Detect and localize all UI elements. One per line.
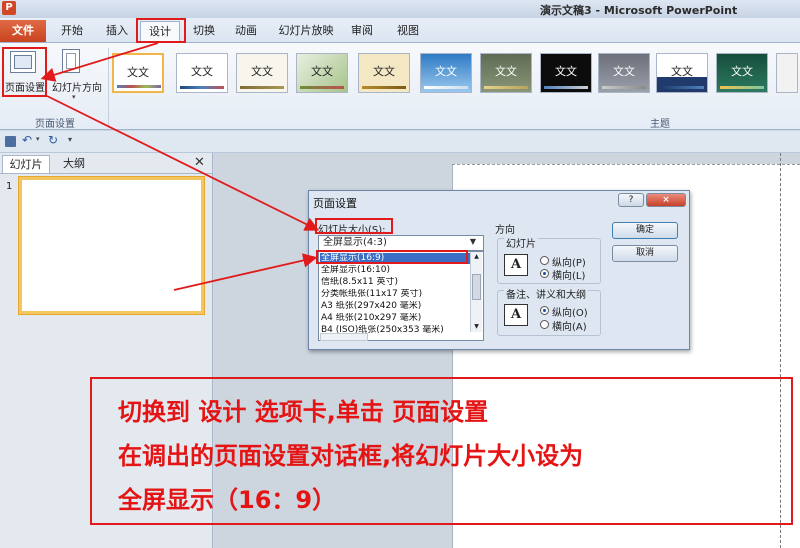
option-a4[interactable]: A4 纸张(210x297 毫米)	[320, 313, 470, 324]
scroll-down-icon[interactable]: ▼	[472, 323, 481, 331]
notes-group-label: 备注、讲义和大纲	[504, 286, 588, 301]
option-letter[interactable]: 信纸(8.5x11 英寸)	[320, 277, 470, 288]
notes-portrait-radio[interactable]	[540, 306, 549, 315]
slide-orientation-icon[interactable]	[62, 49, 80, 73]
tab-file[interactable]: 文件	[0, 20, 46, 42]
slide-thumbnail[interactable]	[19, 177, 204, 314]
cancel-button[interactable]: 取消	[612, 245, 678, 262]
page-setup-highlight	[2, 47, 47, 97]
ok-button[interactable]: 确定	[612, 222, 678, 239]
tab-view[interactable]: 视图	[388, 21, 428, 41]
scroll-thumb[interactable]	[472, 274, 481, 300]
tab-transitions[interactable]: 切换	[186, 21, 222, 41]
theme-11[interactable]: 文文	[716, 53, 768, 93]
undo-icon[interactable]: ↶	[22, 133, 32, 147]
save-icon[interactable]	[5, 136, 16, 147]
slide-orientation-button[interactable]: 幻灯片方向	[49, 79, 105, 94]
slide-number: 1	[6, 181, 13, 192]
group-divider	[108, 48, 109, 126]
design-tab-highlight	[136, 18, 186, 43]
theme-12[interactable]	[776, 53, 798, 93]
theme-sample-text: 文文	[127, 66, 149, 79]
help-button[interactable]: ?	[618, 193, 644, 207]
landscape-label: 横向(L)	[552, 271, 586, 282]
slide-size-label-highlight	[315, 218, 393, 234]
notes-orientation-icon: A	[504, 304, 528, 326]
theme-2[interactable]: 文文	[176, 53, 228, 93]
redo-icon[interactable]: ↻	[48, 133, 58, 147]
notes-landscape-radio[interactable]	[540, 320, 549, 329]
instruction-line-2: 在调出的页面设置对话框,将幻灯片大小设为	[118, 442, 584, 470]
theme-6[interactable]: 文文	[420, 53, 472, 93]
tab-review[interactable]: 审阅	[342, 21, 382, 41]
horizontal-scrollbar[interactable]	[320, 333, 368, 341]
theme-3[interactable]: 文文	[236, 53, 288, 93]
tab-home[interactable]: 开始	[48, 21, 96, 41]
theme-9[interactable]: 文文	[598, 53, 650, 93]
portrait-orientation-icon: A	[504, 254, 528, 276]
theme-7[interactable]: 文文	[480, 53, 532, 93]
tab-outline[interactable]: 大纲	[54, 155, 94, 173]
landscape-radio[interactable]	[540, 269, 549, 278]
orientation-title: 方向	[495, 225, 515, 236]
instruction-line-3: 全屏显示（16：9）	[118, 486, 337, 514]
theme-5[interactable]: 文文	[358, 53, 410, 93]
tab-insert[interactable]: 插入	[96, 21, 138, 41]
close-button[interactable]: ×	[646, 193, 686, 207]
group-label-page-setup: 页面设置	[35, 119, 75, 130]
quick-access-toolbar	[0, 131, 800, 153]
scroll-up-icon[interactable]: ▲	[472, 253, 481, 261]
tab-animations[interactable]: 动画	[226, 21, 266, 41]
pane-divider	[0, 173, 213, 174]
option-ledger[interactable]: 分类帐纸张(11x17 英寸)	[320, 289, 470, 300]
horizontal-guide	[452, 164, 800, 165]
powerpoint-app-icon[interactable]: P	[2, 1, 16, 15]
option-16-9-highlight	[316, 250, 468, 264]
portrait-radio[interactable]	[540, 256, 549, 265]
option-16-10[interactable]: 全屏显示(16:10)	[320, 265, 470, 276]
notes-landscape-label: 横向(A)	[552, 322, 587, 333]
group-label-themes: 主题	[650, 119, 670, 130]
undo-dropdown-icon[interactable]: ▾	[36, 135, 40, 143]
dropdown-arrow-icon[interactable]: ▼	[466, 237, 480, 249]
instruction-line-1: 切换到 设计 选项卡,单击 页面设置	[118, 398, 489, 426]
list-scrollbar[interactable]: ▲ ▼	[470, 252, 482, 332]
slides-group-label: 幻灯片	[504, 235, 538, 250]
theme-10[interactable]: 文文	[656, 53, 708, 93]
window-title: 演示文稿3 - Microsoft PowerPoint	[540, 4, 738, 17]
option-a3[interactable]: A3 纸张(297x420 毫米)	[320, 301, 470, 312]
theme-8[interactable]: 文文	[540, 53, 592, 93]
tab-slideshow[interactable]: 幻灯片放映	[276, 21, 336, 41]
dialog-title: 页面设置	[313, 197, 357, 210]
chevron-down-icon[interactable]: ▾	[72, 93, 76, 101]
slide-size-dropdown[interactable]: 全屏显示(4:3)	[318, 235, 484, 251]
close-pane-icon[interactable]: ✕	[194, 155, 205, 170]
customize-qat-icon[interactable]: ▾	[68, 135, 72, 144]
theme-office[interactable]: 文文	[112, 53, 164, 93]
tab-slides[interactable]: 幻灯片	[2, 155, 50, 173]
theme-4[interactable]: 文文	[296, 53, 348, 93]
notes-portrait-label: 纵向(O)	[552, 308, 588, 319]
